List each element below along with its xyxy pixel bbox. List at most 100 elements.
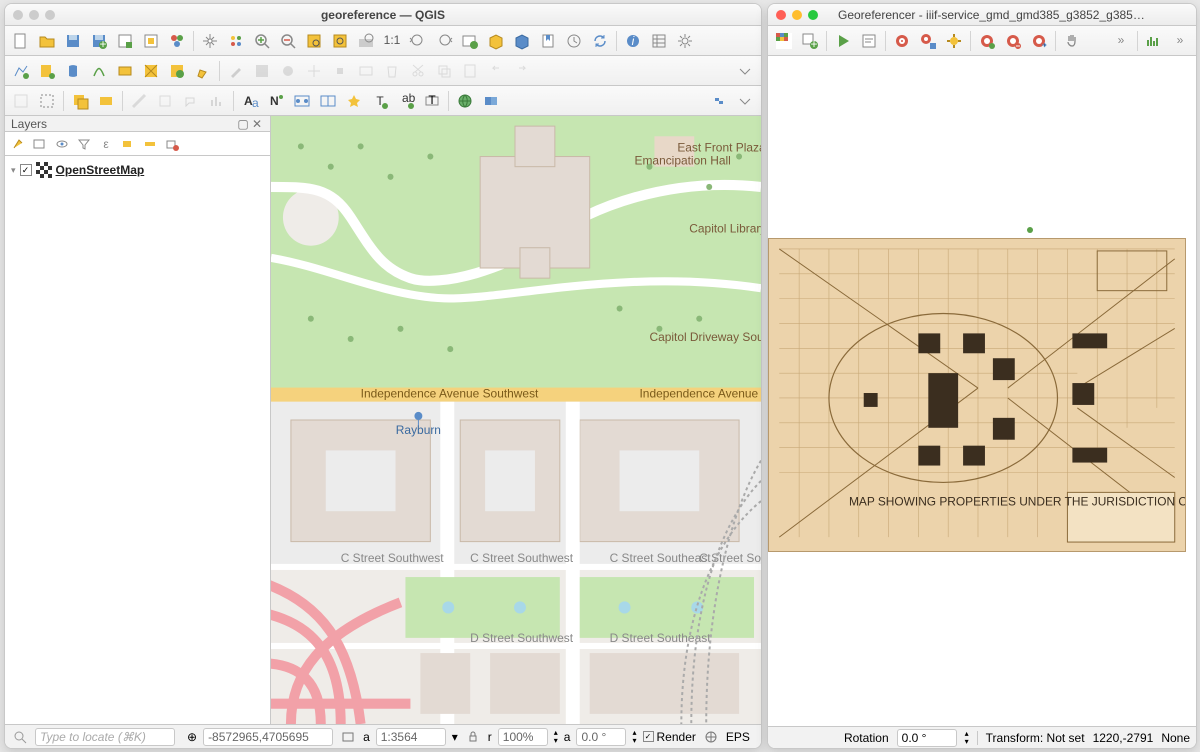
refresh-icon[interactable]: [588, 29, 612, 53]
add-group-icon[interactable]: [31, 135, 49, 153]
open-project-icon[interactable]: [35, 29, 59, 53]
georef-pan-icon[interactable]: [1060, 29, 1084, 53]
scale-dropdown-icon[interactable]: ▾: [452, 730, 458, 744]
delete-point-icon[interactable]: [1001, 29, 1025, 53]
window-close-button[interactable]: [13, 10, 23, 20]
zoom-in-icon[interactable]: [250, 29, 274, 53]
highlight-labels-icon[interactable]: [290, 89, 314, 113]
diagram-icon[interactable]: N: [264, 89, 288, 113]
move-label-icon[interactable]: T: [368, 89, 392, 113]
add-raster-icon[interactable]: +: [798, 29, 822, 53]
new-spatialite-icon[interactable]: [87, 59, 111, 83]
show-labels-icon[interactable]: [342, 89, 366, 113]
layer-row-openstreetmap[interactable]: ▾ ✓ OpenStreetMap: [9, 160, 266, 180]
map-tips-icon[interactable]: [179, 89, 203, 113]
change-label-icon[interactable]: T: [420, 89, 444, 113]
pan-icon[interactable]: [198, 29, 222, 53]
move-point-icon[interactable]: [1027, 29, 1051, 53]
filter-legend-icon[interactable]: [75, 135, 93, 153]
new-3d-view-icon[interactable]: [484, 29, 508, 53]
transformation-settings-icon[interactable]: [942, 29, 966, 53]
zoom-next-icon[interactable]: [432, 29, 456, 53]
identify-icon[interactable]: i: [621, 29, 645, 53]
options-icon[interactable]: [673, 29, 697, 53]
locator-input[interactable]: Type to locate (⌘K): [35, 728, 175, 746]
open-raster-icon[interactable]: [772, 29, 796, 53]
map-canvas[interactable]: Independence Avenue Southwest Independen…: [271, 116, 761, 724]
temporal-icon[interactable]: [562, 29, 586, 53]
paste-icon[interactable]: [458, 59, 482, 83]
move-feature-icon[interactable]: [302, 59, 326, 83]
measure-area-icon[interactable]: [153, 89, 177, 113]
layers-panel-close-icon[interactable]: ✕: [250, 117, 264, 131]
load-gcps-icon[interactable]: [890, 29, 914, 53]
style-manager-icon[interactable]: [165, 29, 189, 53]
select-all-icon[interactable]: [94, 89, 118, 113]
locator-search-icon[interactable]: [11, 728, 29, 746]
georef-toolbar-overflow-icon[interactable]: »: [1109, 29, 1133, 53]
pan-selection-icon[interactable]: [224, 29, 248, 53]
collapse-all-icon[interactable]: [141, 135, 159, 153]
window-zoom-button[interactable]: [45, 10, 55, 20]
zoom-full-icon[interactable]: [302, 29, 326, 53]
modify-attrs-icon[interactable]: [354, 59, 378, 83]
zoom-native-icon[interactable]: 1:1: [380, 29, 404, 53]
bookmarks-icon[interactable]: [536, 29, 560, 53]
select-icon[interactable]: [35, 89, 59, 113]
crs-button[interactable]: EPS: [726, 730, 750, 744]
rotation-stepper-icon[interactable]: ▴▾: [632, 729, 636, 745]
layer-visibility-checkbox[interactable]: ✓: [20, 164, 32, 176]
new-map-view-icon[interactable]: [458, 29, 482, 53]
rotate-label-icon[interactable]: abc: [394, 89, 418, 113]
vertex-tool-icon[interactable]: [328, 59, 352, 83]
zoom-selection-icon[interactable]: [328, 29, 352, 53]
start-georef-icon[interactable]: [831, 29, 855, 53]
toggle-editing-icon[interactable]: [224, 59, 248, 83]
add-feature-icon[interactable]: [276, 59, 300, 83]
new-virtual-icon[interactable]: [113, 59, 137, 83]
new-layout-icon[interactable]: [113, 29, 137, 53]
save-edits-icon[interactable]: [250, 59, 274, 83]
toolbar3-overflow-icon[interactable]: [733, 89, 757, 113]
save-gcps-icon[interactable]: [916, 29, 940, 53]
remove-layer-icon[interactable]: [163, 135, 181, 153]
coordinate-input[interactable]: -8572965,4705695: [203, 728, 333, 746]
edits-icon[interactable]: [191, 59, 215, 83]
georef-histogram-icon[interactable]: [1142, 29, 1166, 53]
georef-toolbar-overflow2-icon[interactable]: »: [1168, 29, 1192, 53]
new-bookmark-icon[interactable]: [510, 29, 534, 53]
undo-icon[interactable]: [484, 59, 508, 83]
add-vector-icon[interactable]: [9, 59, 33, 83]
georef-minimize-button[interactable]: [792, 10, 802, 20]
crs-icon[interactable]: [702, 728, 720, 746]
plugin-icon[interactable]: [479, 89, 503, 113]
copy-icon[interactable]: [432, 59, 456, 83]
statistical-icon[interactable]: [205, 89, 229, 113]
manage-visibility-icon[interactable]: [53, 135, 71, 153]
layout-manager-icon[interactable]: [139, 29, 163, 53]
new-project-icon[interactable]: [9, 29, 33, 53]
new-gps-icon[interactable]: [165, 59, 189, 83]
label-tool-icon[interactable]: Aa: [238, 89, 262, 113]
measure-icon[interactable]: [127, 89, 151, 113]
georef-rotation-stepper-icon[interactable]: ▴▾: [965, 730, 969, 746]
attributes-icon[interactable]: [647, 29, 671, 53]
magnifier-stepper-icon[interactable]: ▴▾: [554, 729, 558, 745]
expand-all-icon[interactable]: [119, 135, 137, 153]
scale-input[interactable]: 1:3564: [376, 728, 446, 746]
scale-lock-icon[interactable]: [464, 728, 482, 746]
magnifier-input[interactable]: 100%: [498, 728, 548, 746]
add-point-icon[interactable]: [975, 29, 999, 53]
zoom-out-icon[interactable]: [276, 29, 300, 53]
window-minimize-button[interactable]: [29, 10, 39, 20]
zoom-layer-icon[interactable]: [354, 29, 378, 53]
expression-filter-icon[interactable]: ε: [97, 135, 115, 153]
delete-selected-icon[interactable]: [380, 59, 404, 83]
python-console-icon[interactable]: [707, 89, 731, 113]
georef-zoom-button[interactable]: [808, 10, 818, 20]
georef-canvas[interactable]: MAP SHOWING PROPERTIES UNDER THE JURISDI…: [768, 56, 1196, 726]
save-project-icon[interactable]: [61, 29, 85, 53]
pin-labels-icon[interactable]: [316, 89, 340, 113]
gdal-script-icon[interactable]: [857, 29, 881, 53]
layers-panel-detach-icon[interactable]: ▢: [236, 117, 250, 131]
